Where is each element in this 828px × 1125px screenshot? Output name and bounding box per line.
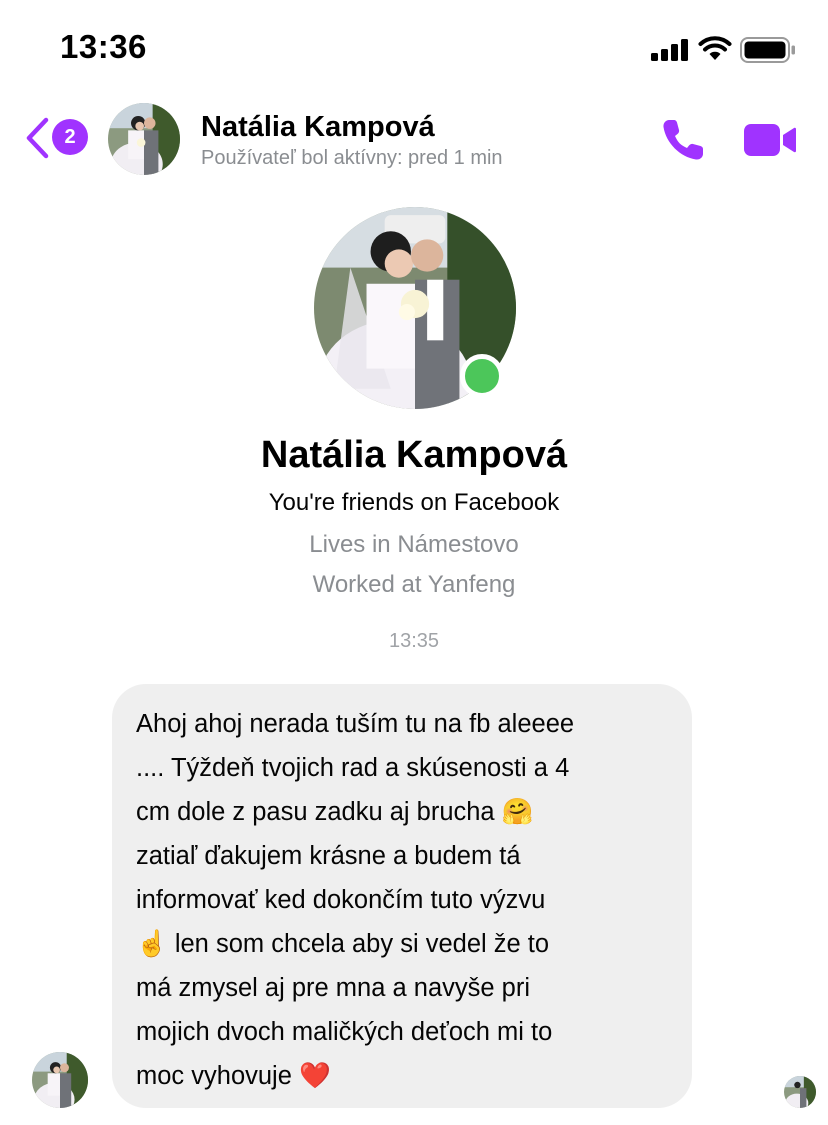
incoming-message-bubble[interactable]: Ahoj ahoj nerada tuším tu na fb aleeee .… — [112, 684, 692, 1108]
message-timestamp: 13:35 — [388, 630, 440, 652]
online-status-indicator — [460, 354, 504, 398]
chat-header: 2 Natália Kampová Používateľ bol aktívny… — [0, 95, 828, 190]
contact-active-status: Používateľ bol aktívny: pred 1 min — [201, 147, 503, 169]
wedding-photo-icon — [32, 1052, 88, 1108]
wedding-photo-icon — [108, 103, 180, 175]
video-camera-icon[interactable] — [742, 122, 798, 163]
wedding-photo-icon — [784, 1076, 816, 1108]
chevron-left-icon — [24, 117, 50, 164]
sender-avatar[interactable] — [32, 1052, 88, 1108]
lives-in-info: Lives in Námestovo — [309, 531, 519, 558]
messenger-chat-screen: 13:36 2 Natália Kampová Používateľ bol a… — [0, 0, 828, 1125]
read-receipt-avatar — [784, 1076, 816, 1108]
back-button[interactable]: 2 — [20, 115, 92, 161]
message-text: Ahoj ahoj nerada tuším tu na fb aleeee .… — [136, 710, 575, 1090]
work-info: Worked at Yanfeng — [312, 571, 516, 598]
status-bar: 13:36 — [0, 0, 828, 95]
unread-count-badge: 2 — [52, 119, 88, 155]
signal-icon — [651, 39, 689, 66]
wifi-icon — [698, 36, 732, 67]
status-time: 13:36 — [60, 28, 147, 65]
contact-name[interactable]: Natália Kampová — [201, 111, 435, 144]
profile-name: Natália Kampová — [260, 434, 568, 476]
battery-icon — [740, 37, 796, 68]
phone-icon[interactable] — [660, 117, 706, 168]
contact-avatar[interactable] — [108, 103, 180, 175]
friends-info: You're friends on Facebook — [268, 489, 560, 516]
